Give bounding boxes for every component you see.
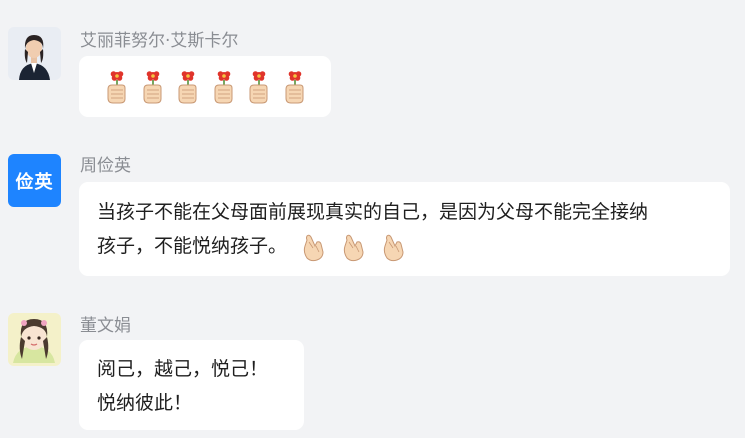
message-bubble[interactable]: 当孩子不能在父母面前展现真实的自己，是因为父母不能完全接纳 孩子，不能悦纳孩子。	[79, 182, 730, 276]
message-line-2: 悦纳彼此！	[97, 392, 193, 414]
portrait-photo-avatar[interactable]	[8, 27, 61, 80]
finger-heart-emoji	[343, 234, 364, 261]
illustrated-girl-icon	[8, 313, 61, 366]
rose-hand-emoji	[178, 70, 197, 104]
rose-hand-emoji	[284, 70, 304, 104]
chat-message-list: 艾丽菲努尔·艾斯卡尔 俭英 周俭英 当孩子不能在父母面前展现真实的自己，是因为父…	[0, 0, 745, 438]
rose-hand-emoji	[249, 70, 268, 104]
message-line-text: 孩子，不能悦纳孩子。	[97, 235, 288, 257]
sender-name: 董文娟	[80, 316, 131, 336]
avatar-text: 俭英	[8, 154, 61, 207]
message-bubble[interactable]	[79, 56, 331, 117]
message-line: 当孩子不能在父母面前展现真实的自己，是因为父母不能完全接纳	[97, 201, 649, 223]
rose-hand-emoji	[107, 70, 126, 104]
rose-hand-emoji	[213, 70, 233, 104]
rose-hand-emoji	[142, 70, 162, 104]
text-avatar[interactable]: 俭英	[8, 154, 61, 207]
message-line-2: 孩子，不能悦纳孩子。	[97, 229, 730, 263]
message-bubble[interactable]: 阅己，越己，悦己！ 悦纳彼此！	[79, 340, 304, 430]
illustrated-girl-avatar[interactable]	[8, 313, 61, 366]
sender-name: 周俭英	[80, 156, 131, 176]
message-line: 阅己，越己，悦己！	[97, 358, 269, 380]
chat-message: 艾丽菲努尔·艾斯卡尔	[0, 0, 745, 130]
finger-heart-emoji	[383, 234, 404, 261]
portrait-photo-icon	[8, 27, 61, 80]
emoji-row	[103, 68, 331, 104]
sender-name: 艾丽菲努尔·艾斯卡尔	[80, 31, 239, 51]
finger-heart-emoji	[303, 234, 324, 261]
